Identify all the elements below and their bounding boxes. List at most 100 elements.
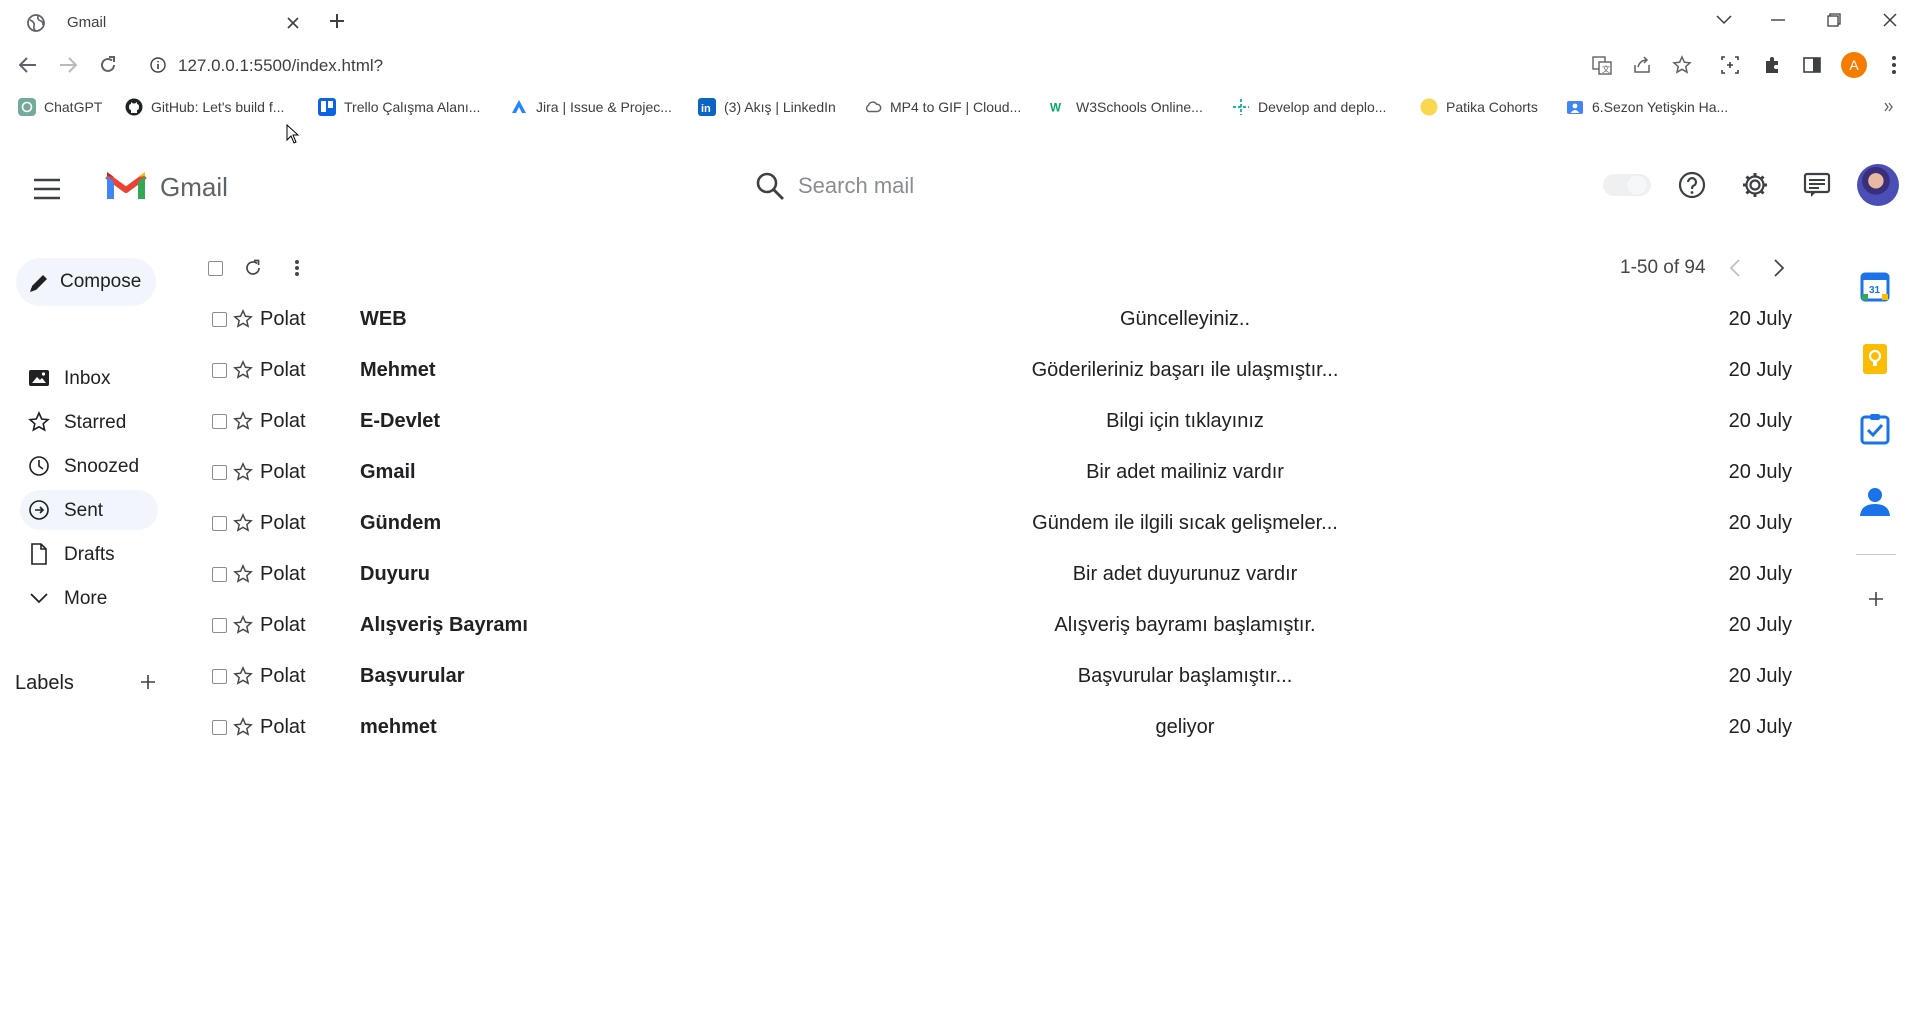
row-date: 20 July	[1728, 614, 1792, 636]
row-subject: mehmet	[360, 716, 437, 738]
row-checkbox[interactable]	[212, 618, 227, 633]
bookmark-item[interactable]: ChatGPT	[18, 96, 102, 118]
row-checkbox[interactable]	[212, 567, 227, 582]
mail-row[interactable]: Polat WEB Güncelleyiniz.. 20 July	[200, 294, 1810, 345]
bookmark-item[interactable]: GitHub: Let's build f...	[125, 96, 284, 118]
row-subject: Duyuru	[360, 563, 430, 585]
mail-row[interactable]: Polat Alışveriş Bayramı Alışveriş bayram…	[200, 600, 1810, 651]
settings-gear-icon[interactable]	[1738, 168, 1772, 202]
translate-icon[interactable]: 文	[1590, 53, 1614, 77]
star-icon[interactable]	[232, 716, 254, 738]
star-icon[interactable]	[232, 359, 254, 381]
mail-row[interactable]: Polat Duyuru Bir adet duyurunuz vardır 2…	[200, 549, 1810, 600]
sidebar-item-inbox[interactable]: Inbox	[20, 358, 158, 398]
add-addon-icon[interactable]	[1864, 587, 1888, 611]
sidebar-item-snoozed[interactable]: Snoozed	[20, 446, 158, 486]
tab-close-icon[interactable]	[282, 12, 304, 34]
select-all-checkbox[interactable]	[208, 261, 223, 276]
row-subject: Alışveriş Bayramı	[360, 614, 528, 636]
minimize-icon[interactable]	[1758, 6, 1798, 34]
restore-icon[interactable]	[1814, 6, 1854, 34]
bookmark-item[interactable]: Trello Çalışma Alanı...	[318, 96, 480, 118]
bookmark-item[interactable]: in (3) Akış | LinkedIn	[698, 96, 836, 118]
star-icon[interactable]	[232, 512, 254, 534]
patika-icon	[1420, 98, 1438, 116]
user-avatar[interactable]	[1857, 164, 1899, 206]
bookmark-item[interactable]: MP4 to GIF | Cloud...	[864, 96, 1021, 118]
row-checkbox[interactable]	[212, 363, 227, 378]
star-icon[interactable]	[232, 614, 254, 636]
tasks-icon[interactable]	[1858, 412, 1892, 446]
side-panel-divider	[1856, 554, 1896, 555]
sidebar-item-starred[interactable]: Starred	[20, 402, 158, 442]
chevron-left-icon[interactable]	[1724, 256, 1746, 280]
new-tab-icon[interactable]	[324, 8, 350, 34]
row-checkbox[interactable]	[212, 720, 227, 735]
mail-row[interactable]: Polat Gündem Gündem ile ilgili sıcak gel…	[200, 498, 1810, 549]
star-icon[interactable]	[232, 665, 254, 687]
row-subject: Gmail	[360, 461, 416, 483]
row-sender: Polat	[260, 512, 306, 534]
share-icon[interactable]	[1630, 53, 1654, 77]
row-checkbox[interactable]	[212, 312, 227, 327]
help-icon[interactable]	[1675, 168, 1709, 202]
url-text[interactable]: 127.0.0.1:5500/index.html?	[178, 56, 383, 76]
reload-icon[interactable]	[94, 51, 122, 79]
bookmarks-overflow-icon[interactable]	[1884, 96, 1894, 118]
site-info-icon[interactable]	[150, 57, 166, 73]
star-icon[interactable]	[232, 461, 254, 483]
add-label-icon[interactable]	[138, 672, 158, 692]
close-window-icon[interactable]	[1870, 6, 1910, 34]
contacts-icon[interactable]	[1858, 484, 1892, 518]
main-menu-icon[interactable]	[30, 172, 64, 206]
row-sender: Polat	[260, 665, 306, 687]
star-icon[interactable]	[232, 308, 254, 330]
compose-button[interactable]: Compose	[16, 258, 156, 306]
mail-row[interactable]: Polat E-Devlet Bilgi için tıklayınız 20 …	[200, 396, 1810, 447]
tab-search-chevron-icon[interactable]	[1704, 6, 1744, 34]
mail-row[interactable]: Polat Gmail Bir adet mailiniz vardır 20 …	[200, 447, 1810, 498]
keep-icon[interactable]	[1858, 342, 1892, 376]
bookmark-item[interactable]: W W3Schools Online...	[1050, 96, 1203, 118]
star-icon[interactable]	[232, 410, 254, 432]
row-checkbox[interactable]	[212, 465, 227, 480]
sidebar-item-label: Starred	[64, 412, 127, 433]
more-options-icon[interactable]	[286, 257, 308, 279]
bookmark-item[interactable]: 6.Sezon Yetişkin Ha...	[1566, 96, 1728, 118]
forward-arrow-icon[interactable]	[54, 51, 82, 79]
bookmark-item[interactable]: Develop and deplo...	[1232, 96, 1386, 118]
row-checkbox[interactable]	[212, 669, 227, 684]
row-sender: Polat	[260, 563, 306, 585]
calendar-icon[interactable]: 31	[1858, 270, 1892, 304]
extensions-icon[interactable]	[1760, 53, 1784, 77]
address-bar[interactable]: 127.0.0.1:5500/index.html?	[140, 48, 1580, 82]
browser-tab[interactable]: Gmail	[12, 6, 312, 42]
refresh-icon[interactable]	[242, 257, 264, 279]
globe-icon	[27, 14, 45, 32]
search-icon[interactable]	[754, 170, 786, 202]
browser-menu-icon[interactable]	[1882, 53, 1906, 77]
bookmark-item[interactable]: Patika Cohorts	[1420, 96, 1538, 118]
sidebar-item-sent[interactable]: Sent	[20, 490, 158, 530]
sidebar-item-more[interactable]: More	[20, 578, 158, 618]
search-input[interactable]	[798, 166, 1298, 206]
mail-row[interactable]: Polat mehmet geliyor 20 July	[200, 702, 1810, 753]
bookmark-item[interactable]: Jira | Issue & Projec...	[510, 96, 672, 118]
row-checkbox[interactable]	[212, 516, 227, 531]
screenshot-icon[interactable]	[1718, 53, 1742, 77]
mail-row[interactable]: Polat Başvurular Başvurular başlamıştır.…	[200, 651, 1810, 702]
chevron-right-icon[interactable]	[1768, 256, 1790, 280]
row-checkbox[interactable]	[212, 414, 227, 429]
browser-profile-avatar[interactable]: A	[1841, 52, 1867, 78]
mail-row[interactable]: Polat Mehmet Göderileriniz başarı ile ul…	[200, 345, 1810, 396]
star-icon[interactable]	[232, 563, 254, 585]
bookmark-label: 6.Sezon Yetişkin Ha...	[1592, 99, 1729, 115]
row-date: 20 July	[1728, 512, 1792, 534]
theme-toggle[interactable]	[1603, 174, 1651, 196]
sidebar-item-drafts[interactable]: Drafts	[20, 534, 158, 574]
bookmark-star-icon[interactable]	[1670, 53, 1694, 77]
back-arrow-icon[interactable]	[14, 51, 42, 79]
side-panel-icon[interactable]	[1800, 53, 1824, 77]
row-date: 20 July	[1728, 308, 1792, 330]
support-chat-icon[interactable]	[1800, 168, 1834, 202]
